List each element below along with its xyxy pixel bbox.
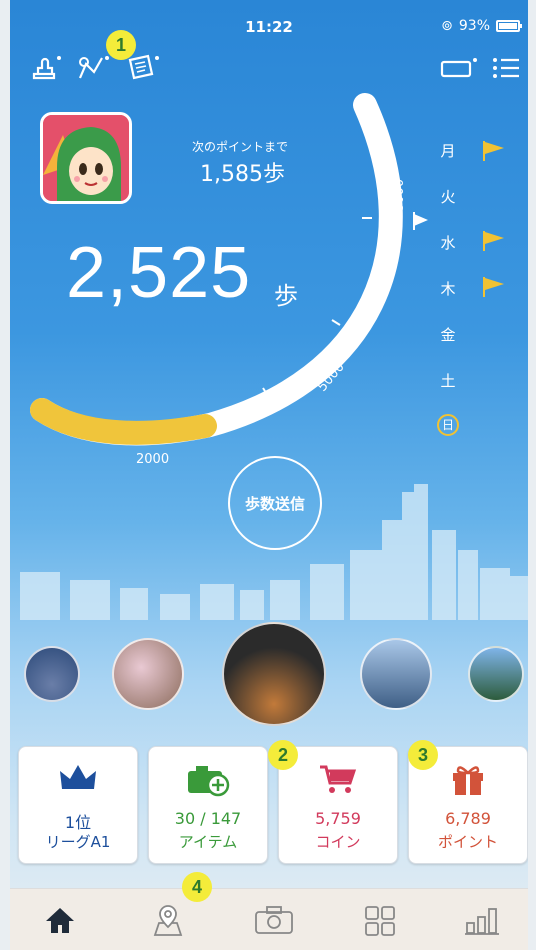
stamp-icon[interactable] — [28, 52, 62, 82]
photo-thumbnail[interactable] — [360, 638, 432, 710]
camera-icon — [255, 906, 293, 934]
tab-map[interactable] — [148, 905, 188, 939]
step-unit: 歩 — [274, 282, 298, 310]
home-icon — [46, 908, 74, 933]
goal-flag-icon — [414, 214, 428, 226]
tab-bar — [10, 888, 528, 950]
weekday-wed: 水 — [440, 234, 456, 252]
weekday-fri: 金 — [440, 326, 456, 344]
photo-thumbnail-selected[interactable] — [222, 622, 326, 726]
map-route-icon[interactable] — [76, 52, 110, 82]
annotation-badge-2: 2 — [268, 740, 298, 770]
gift-icon — [453, 766, 483, 795]
tab-collection[interactable] — [360, 905, 400, 939]
coins-card[interactable]: 5,759 コイン — [278, 746, 398, 864]
top-right-icons — [440, 56, 520, 80]
tab-camera[interactable] — [254, 905, 294, 939]
tick-2000: 2000 — [136, 452, 170, 467]
status-bar: 11:22 ⊚ 93% — [10, 0, 528, 42]
annotation-badge-3: 3 — [408, 740, 438, 770]
rotation-lock-icon: ⊚ — [441, 18, 453, 34]
battery-indicator: ⊚ 93% — [441, 18, 522, 34]
annotation-badge-4: 4 — [182, 872, 212, 902]
chart-icon — [465, 908, 499, 935]
device-icon[interactable] — [440, 56, 478, 80]
items-card[interactable]: 30 / 147 アイテム — [148, 746, 268, 864]
battery-percent: 93% — [458, 18, 490, 34]
tick-8000: 8000 — [392, 178, 407, 212]
items-label: アイテム — [178, 833, 238, 851]
menu-list-icon[interactable] — [492, 56, 520, 80]
tab-home[interactable] — [40, 905, 80, 939]
step-count: 2,525 — [66, 233, 252, 313]
flag-icon — [483, 231, 504, 251]
weekday-sat: 土 — [440, 372, 456, 390]
flag-icon — [483, 141, 504, 161]
annotation-badge-1: 1 — [106, 30, 136, 60]
crown-icon — [60, 765, 96, 789]
app-screen: 11:22 ⊚ 93% 1 次のポイントまで 1,585歩 8000 5000 … — [10, 0, 528, 950]
top-left-icons — [28, 52, 160, 82]
camera-plus-icon — [188, 766, 230, 797]
map-pin-icon — [153, 905, 183, 936]
photo-carousel — [10, 622, 528, 732]
cart-icon — [320, 765, 357, 793]
photo-thumbnail[interactable] — [112, 638, 184, 710]
photo-thumbnail[interactable] — [468, 646, 524, 702]
weekday-tue: 火 — [440, 188, 456, 206]
tab-stats[interactable] — [462, 905, 502, 939]
battery-icon — [496, 20, 522, 32]
weekday-mon: 月 — [440, 142, 456, 160]
coins-count: 5,759 — [315, 809, 361, 828]
points-label: ポイント — [437, 833, 498, 851]
points-count: 6,789 — [445, 809, 491, 828]
gauge-progress — [30, 398, 217, 445]
league-rank: 1位 — [64, 813, 92, 832]
weekday-thu: 木 — [440, 280, 456, 298]
league-name: リーグA1 — [45, 833, 111, 851]
grid-icon — [365, 906, 395, 936]
photo-thumbnail[interactable] — [24, 646, 80, 702]
send-steps-button[interactable]: 歩数送信 — [228, 456, 322, 550]
flag-icon — [483, 277, 504, 297]
items-count: 30 / 147 — [174, 809, 242, 828]
league-card[interactable]: 1位 リーグA1 — [18, 746, 138, 864]
coins-label: コイン — [315, 833, 361, 851]
weekday-sun: 日 — [437, 414, 459, 436]
